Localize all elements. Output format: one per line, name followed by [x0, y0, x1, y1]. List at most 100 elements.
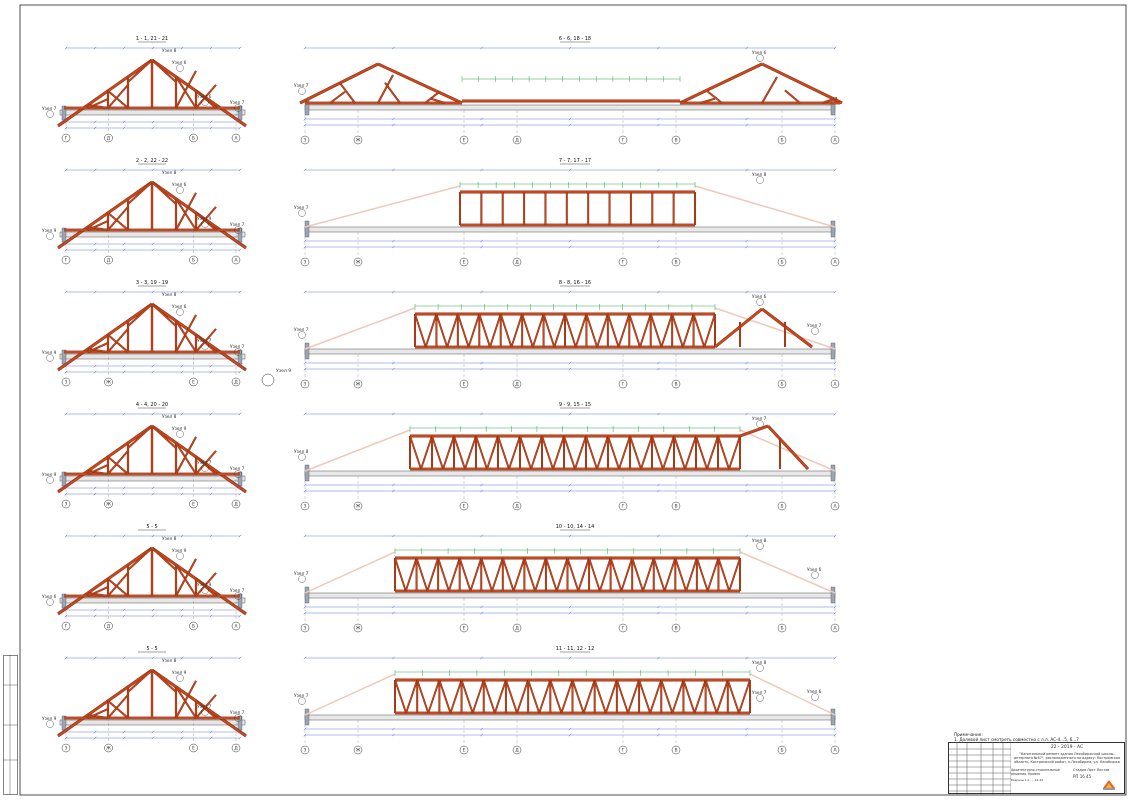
axis-label: Д: [107, 136, 111, 142]
support-right: [830, 220, 836, 238]
truss-member: [673, 435, 686, 470]
axis-label: Г: [622, 504, 625, 510]
ghost-rafter: [304, 307, 416, 350]
support-right: [830, 708, 836, 726]
stray-node-callout: Узел 9: [261, 368, 291, 387]
axis-label: Е: [463, 260, 466, 266]
node-label: Узел 7: [197, 338, 212, 344]
truss-member: [784, 89, 801, 104]
axis-label: Г: [622, 748, 625, 754]
truss-member: [426, 557, 439, 592]
axis-label: В: [674, 748, 677, 754]
truss-member: [491, 557, 504, 592]
right-section-4: 9 - 9, 15 - 15Узел 8Узел 7З Ж Е Д Г В Б А: [294, 402, 840, 511]
truss-member: [505, 679, 518, 714]
truss-member: [480, 557, 493, 592]
truss-member: [594, 679, 607, 714]
axis-label: З: [304, 504, 307, 510]
truss-member: [502, 557, 515, 592]
left-section-6: 5 - 5 Узел 8 Узел 9 Узел 9 Узел 7 Узел 7 З Ж Е Д: [42, 646, 247, 753]
truss-member: [464, 435, 477, 470]
truss-member: [486, 435, 499, 470]
sheet-contents: Разрезы 1-1 ... 22-22: [1011, 778, 1044, 782]
right-section-2: 7 - 7, 17 - 17Узел 7Узел 8З Ж Е Д Г В Б А: [294, 158, 840, 267]
section-title: 5 - 5: [146, 646, 157, 652]
stray-node-label: Узел 9: [276, 368, 291, 374]
node-label: Узел 9: [197, 216, 212, 222]
right-section-6: 11 - 11, 12 - 12 Узел 7 Узел 8 Узел 6 Узел 7…: [294, 646, 840, 755]
axis-label: Б: [780, 382, 783, 388]
truss-member: [717, 435, 730, 470]
section-title: 2 - 2, 22 - 22: [136, 158, 168, 164]
support-right: [830, 342, 836, 360]
truss-member: [549, 679, 562, 714]
support-left: [304, 220, 310, 238]
truss-member: [596, 435, 609, 470]
left-sections-group: 1 - 1, 21 - 21 Узел 8 Узел 6 Узел 7 Узел 6 Уз…: [42, 36, 247, 753]
truss-member: [420, 435, 433, 470]
axis-label: З: [65, 380, 68, 386]
truss-member: [556, 557, 569, 592]
truss-member: [596, 313, 609, 348]
axis-label: Е: [192, 380, 195, 386]
wall-plate: [304, 104, 836, 111]
section-title: 3 - 3, 19 - 19: [136, 280, 168, 286]
truss-member: [377, 63, 463, 104]
axis-label: Д: [515, 504, 519, 510]
truss-member: [705, 679, 718, 714]
truss-member: [527, 679, 540, 714]
truss-member: [57, 181, 153, 249]
truss-member: [660, 679, 673, 714]
company-logo-icon: [1103, 780, 1115, 790]
truss-member: [695, 435, 708, 470]
section-title: 5 - 5: [146, 524, 157, 530]
node-label: Узел 6: [172, 304, 187, 310]
truss-member: [497, 435, 510, 470]
left-section-4: 4 - 4, 20 - 20 Узел 8 Узел 9 Узел 9 Узел 7 Уз…: [42, 402, 247, 509]
axis-label: В: [674, 626, 677, 632]
node-label: Узел 6: [807, 567, 822, 573]
axis-label: Ж: [356, 382, 361, 388]
truss-member: [642, 557, 655, 592]
truss-member: [564, 313, 577, 348]
axis-label: Е: [463, 504, 466, 510]
truss-member: [707, 557, 719, 592]
support-right: [830, 98, 836, 116]
truss-member: [706, 435, 719, 470]
truss-member: [738, 679, 751, 714]
truss-member: [449, 679, 463, 714]
truss-member: [651, 435, 664, 470]
section-title: 9 - 9, 15 - 15: [559, 402, 591, 408]
axis-label: Ж: [106, 746, 111, 752]
left-section-3: 3 - 3, 19 - 19 Узел 8 Узел 6 Узел 9 Узел 7 Уз…: [42, 280, 247, 387]
node-label: Узел 7: [230, 466, 245, 472]
truss-member: [469, 557, 482, 592]
truss-member: [653, 557, 666, 592]
title-block-grid: [949, 743, 1011, 795]
axis-label: З: [304, 748, 307, 754]
axis-label: Е: [192, 746, 195, 752]
node-label: Узел 9: [197, 582, 212, 588]
truss-member: [761, 308, 813, 348]
truss-member: [442, 435, 455, 470]
truss-member: [57, 669, 153, 737]
axis-label: З: [65, 746, 68, 752]
truss-member: [545, 557, 558, 592]
support-left: [304, 342, 310, 360]
truss-member: [607, 313, 620, 348]
truss-member: [409, 435, 422, 470]
section-title: 4 - 4, 20 - 20: [136, 402, 168, 408]
truss-member: [530, 435, 543, 470]
truss-member: [660, 313, 673, 348]
truss-member: [563, 435, 576, 470]
node-label: Узел 9: [172, 548, 187, 554]
left-section-2: 2 - 2, 22 - 22 Узел 8 Узел 6 Узел 9 Узел 9 Уз…: [42, 158, 247, 265]
node-label: Узел 8: [162, 292, 177, 298]
truss-member: [649, 679, 662, 714]
truss-member: [478, 313, 491, 348]
truss-member: [446, 313, 459, 348]
axis-label: Ж: [106, 502, 111, 508]
truss-member: [494, 679, 507, 714]
truss-member: [629, 435, 642, 470]
wall-plate: [59, 597, 246, 604]
